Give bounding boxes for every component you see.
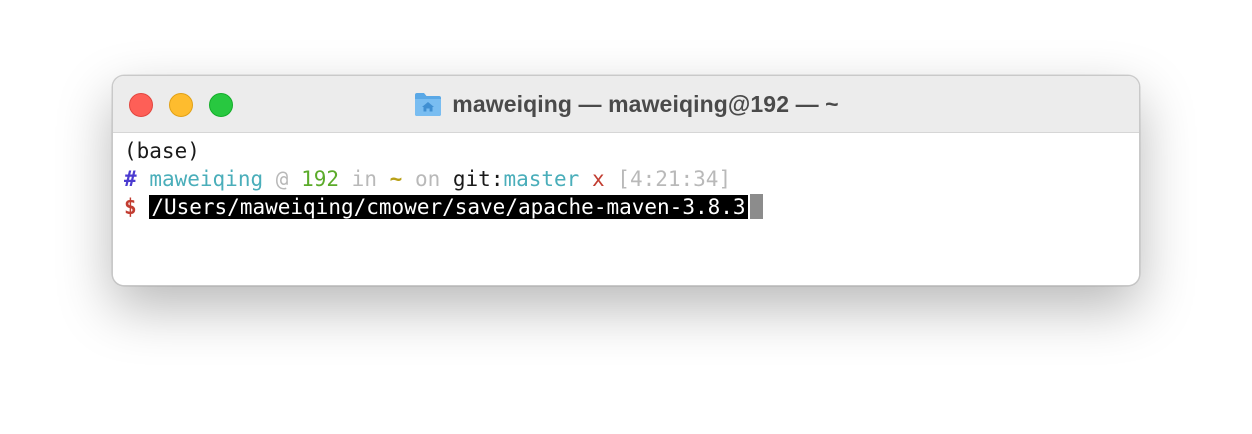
output-line: (base): [124, 137, 1139, 165]
terminal-content[interactable]: (base) # maweiqing @ 192 in ~ on git:mas…: [113, 133, 1139, 285]
prompt-on: on: [414, 167, 441, 191]
prompt-directory: ~: [389, 167, 403, 191]
window-title-text: maweiqing — maweiqing@192 — ~: [452, 90, 839, 117]
prompt-in: in: [351, 167, 377, 191]
window-title: maweiqing — maweiqing@192 — ~: [113, 89, 1139, 119]
prompt-symbol: $: [124, 195, 137, 219]
command-line[interactable]: $ /Users/maweiqing/cmower/save/apache-ma…: [124, 193, 1139, 221]
prompt-branch: master: [503, 167, 580, 191]
prompt-git-label: git:: [452, 167, 504, 191]
prompt-hash: #: [124, 167, 137, 191]
prompt-at: @: [275, 167, 289, 191]
text-cursor: [749, 194, 763, 219]
home-folder-icon: [415, 93, 442, 116]
prompt-dirty-marker: x: [591, 167, 605, 191]
terminal-window: maweiqing — maweiqing@192 — ~ (base) # m…: [112, 75, 1140, 286]
command-input-text[interactable]: /Users/maweiqing/cmower/save/apache-mave…: [149, 195, 748, 219]
conda-env-label: (base): [124, 139, 200, 163]
prompt-host: 192: [301, 167, 340, 191]
prompt-time: [4:21:34]: [617, 167, 732, 191]
prompt-info-line: # maweiqing @ 192 in ~ on git:master x […: [124, 165, 1139, 193]
title-bar[interactable]: maweiqing — maweiqing@192 — ~: [113, 76, 1139, 133]
prompt-user: maweiqing: [149, 167, 264, 191]
